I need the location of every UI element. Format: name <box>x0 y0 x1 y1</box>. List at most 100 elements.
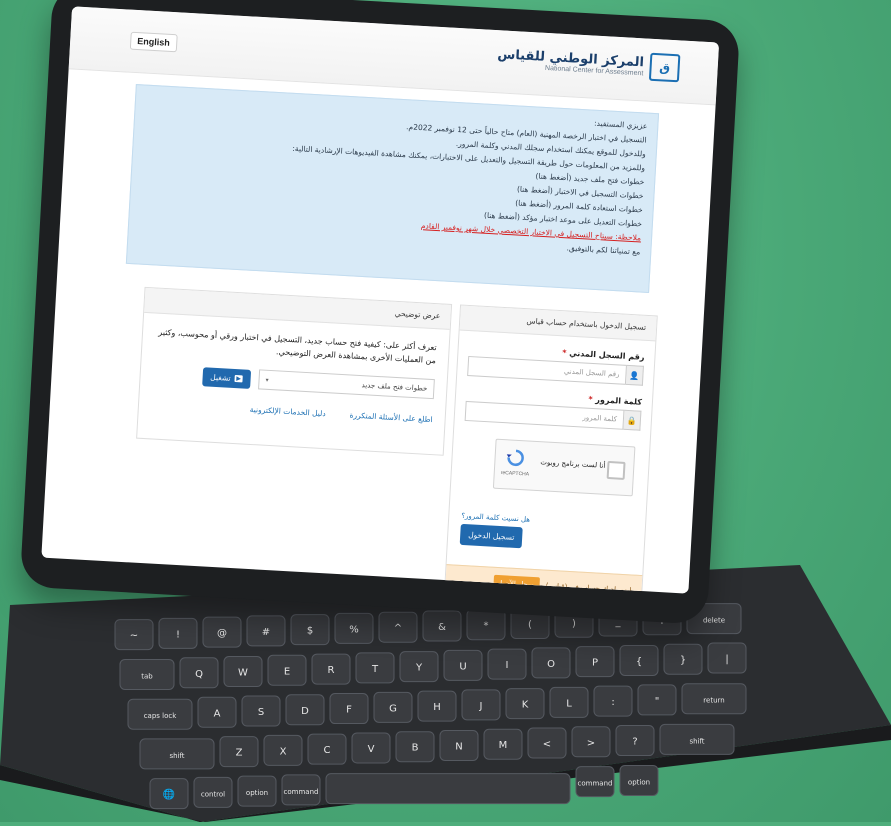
keyboard-key-label: T <box>371 664 379 675</box>
register-bar: ليس لديك حساب في (قياس) سجل الآن ! <box>444 564 643 594</box>
keyboard-key-label: J <box>479 701 483 712</box>
keyboard-key-label: C <box>324 745 331 756</box>
keyboard-key-label: B <box>412 743 419 754</box>
forgot-password-link[interactable]: هل نسيت كلمة المرور؟ <box>461 512 530 524</box>
register-button[interactable]: سجل الآن ! <box>493 574 541 594</box>
id-input[interactable]: رقم السجل المدني <box>467 356 627 385</box>
keyboard-key-label: N <box>455 741 462 752</box>
keyboard-key-label: 🌐 <box>163 788 175 801</box>
keyboard-key-label: U <box>459 661 466 672</box>
keyboard-key-label: ) <box>572 618 576 629</box>
keyboard-key-label: delete <box>703 617 725 625</box>
keyboard-key-label: % <box>349 624 359 635</box>
login-panel-title: تسجيل الدخول باستخدام حساب قياس <box>459 305 657 342</box>
keyboard-key-label: # <box>262 627 270 638</box>
keyboard-key-label: } <box>680 655 686 666</box>
keyboard-key-label: shift <box>689 737 704 745</box>
keyboard-key-label: : <box>611 697 614 708</box>
id-label-text: رقم السجل المدني <box>568 348 645 362</box>
lock-icon: 🔒 <box>623 409 642 431</box>
keyboard-key-label: caps lock <box>144 712 178 720</box>
keyboard-key-label: M <box>499 740 508 751</box>
recaptcha-icon <box>506 449 524 467</box>
keyboard-key-label: ! <box>176 629 180 640</box>
keyboard-key-label: D <box>301 706 309 717</box>
keyboard-key-label: H <box>433 702 441 713</box>
keyboard-key-label: I <box>506 660 509 671</box>
keyboard-key-label: tab <box>141 672 153 680</box>
demo-description: تعرف أكثر على: كيفية فتح حساب جديد، التس… <box>158 327 437 366</box>
keyboard-key-label: L <box>566 698 572 709</box>
notice-box: عزيزي المستفيد: التسجيل في اختبار الرخصة… <box>125 84 660 294</box>
keyboard-key-label: W <box>238 668 248 679</box>
keyboard-key-label: E <box>284 666 290 677</box>
demo-select[interactable]: خطوات فتح ملف جديد ▾ <box>258 369 435 400</box>
keyboard-key-label: shift <box>169 752 184 760</box>
keyboard-key-label: Q <box>195 669 203 680</box>
keyboard-key-label: R <box>328 665 335 676</box>
user-icon: 👤 <box>625 364 644 386</box>
play-icon: ▶ <box>234 374 243 382</box>
keyboard-keys: ~!@#$%^&*()_+deletetabQWERTYUIOP{}|caps … <box>114 603 747 810</box>
keyboard-key-label: return <box>703 697 724 705</box>
keyboard-key-label: > <box>587 738 595 749</box>
recaptcha-widget: أنا لست برنامج روبوت reCAPTCHA <box>492 438 636 497</box>
keyboard-key-label: " <box>655 696 660 707</box>
recaptcha-label: أنا لست برنامج روبوت <box>540 458 606 470</box>
keyboard-key-label: { <box>636 656 642 667</box>
keyboard-key-label: option <box>246 789 268 797</box>
demo-controls: خطوات فتح ملف جديد ▾ ▶ تشغيل <box>152 363 435 400</box>
tablet: English ق المركز الوطني للقياس National … <box>19 0 741 625</box>
play-button[interactable]: ▶ تشغيل <box>201 366 252 389</box>
keyboard-key-label: ? <box>632 737 637 748</box>
keyboard-key-label: K <box>522 700 529 711</box>
demo-links: اطلع على الأسئلة المتكررة دليل الخدمات ا… <box>151 399 433 424</box>
keyboard-key-label: G <box>389 703 397 714</box>
register-text: ليس لديك حساب في (قياس) <box>545 581 632 594</box>
keyboard-key-label: S <box>258 707 264 718</box>
chevron-down-icon: ▾ <box>265 376 269 384</box>
demo-panel: عرض توضيحي تعرف أكثر على: كيفية فتح حساب… <box>136 286 453 456</box>
keyboard-key-label: control <box>201 790 225 798</box>
demo-panel-title: عرض توضيحي <box>144 287 452 330</box>
keyboard-key[interactable] <box>325 773 571 805</box>
keyboard-key-label: command <box>578 780 613 788</box>
keyboard-key-label: A <box>214 708 221 719</box>
logo-mark-icon: ق <box>648 52 681 83</box>
recaptcha-brand: reCAPTCHA <box>500 470 530 478</box>
required-mark: * <box>588 394 593 405</box>
id-input-group: 👤 رقم السجل المدني <box>467 356 644 386</box>
keyboard-key-label: ^ <box>394 623 402 634</box>
logo[interactable]: ق المركز الوطني للقياس National Center f… <box>496 44 681 83</box>
keyboard-key-label: P <box>592 658 598 669</box>
demo-select-value: خطوات فتح ملف جديد <box>361 381 428 393</box>
tablet-screen: English ق المركز الوطني للقياس National … <box>41 6 720 594</box>
keyboard-key-label: ~ <box>130 631 138 642</box>
keyboard-key-label: Z <box>236 748 243 759</box>
keyboard-key-label: F <box>346 705 352 716</box>
password-input-group: 🔒 كلمة المرور <box>464 400 642 431</box>
keyboard-key-label: V <box>368 744 375 755</box>
keyboard-key-label: Y <box>415 663 423 674</box>
password-input[interactable]: كلمة المرور <box>464 400 625 430</box>
login-panel: تسجيل الدخول باستخدام حساب قياس رقم السج… <box>443 304 658 594</box>
required-mark: * <box>562 348 567 358</box>
recaptcha-checkbox[interactable] <box>606 460 626 480</box>
password-label-text: كلمة المرور <box>595 395 643 407</box>
faq-link[interactable]: اطلع على الأسئلة المتكررة <box>349 410 432 424</box>
keyboard-key-label: @ <box>217 628 227 639</box>
keyboard-key-label: < <box>543 739 551 750</box>
keyboard-key-label: | <box>725 654 728 665</box>
logo-text: المركز الوطني للقياس National Center for… <box>497 47 644 77</box>
keyboard-key-label: ( <box>528 619 532 630</box>
play-button-label: تشغيل <box>210 372 231 383</box>
language-button[interactable]: English <box>129 31 178 53</box>
keyboard-key-label: * <box>484 621 489 632</box>
keyboard-key-label: command <box>284 788 319 796</box>
eservices-guide-link[interactable]: دليل الخدمات الإلكترونية <box>250 405 326 418</box>
keyboard-key-label: O <box>547 659 555 670</box>
keyboard-key-label: X <box>280 746 287 757</box>
keyboard-key-label: $ <box>307 626 313 637</box>
keyboard-key-label: option <box>628 778 650 786</box>
login-button[interactable]: تسجيل الدخول <box>459 523 523 549</box>
